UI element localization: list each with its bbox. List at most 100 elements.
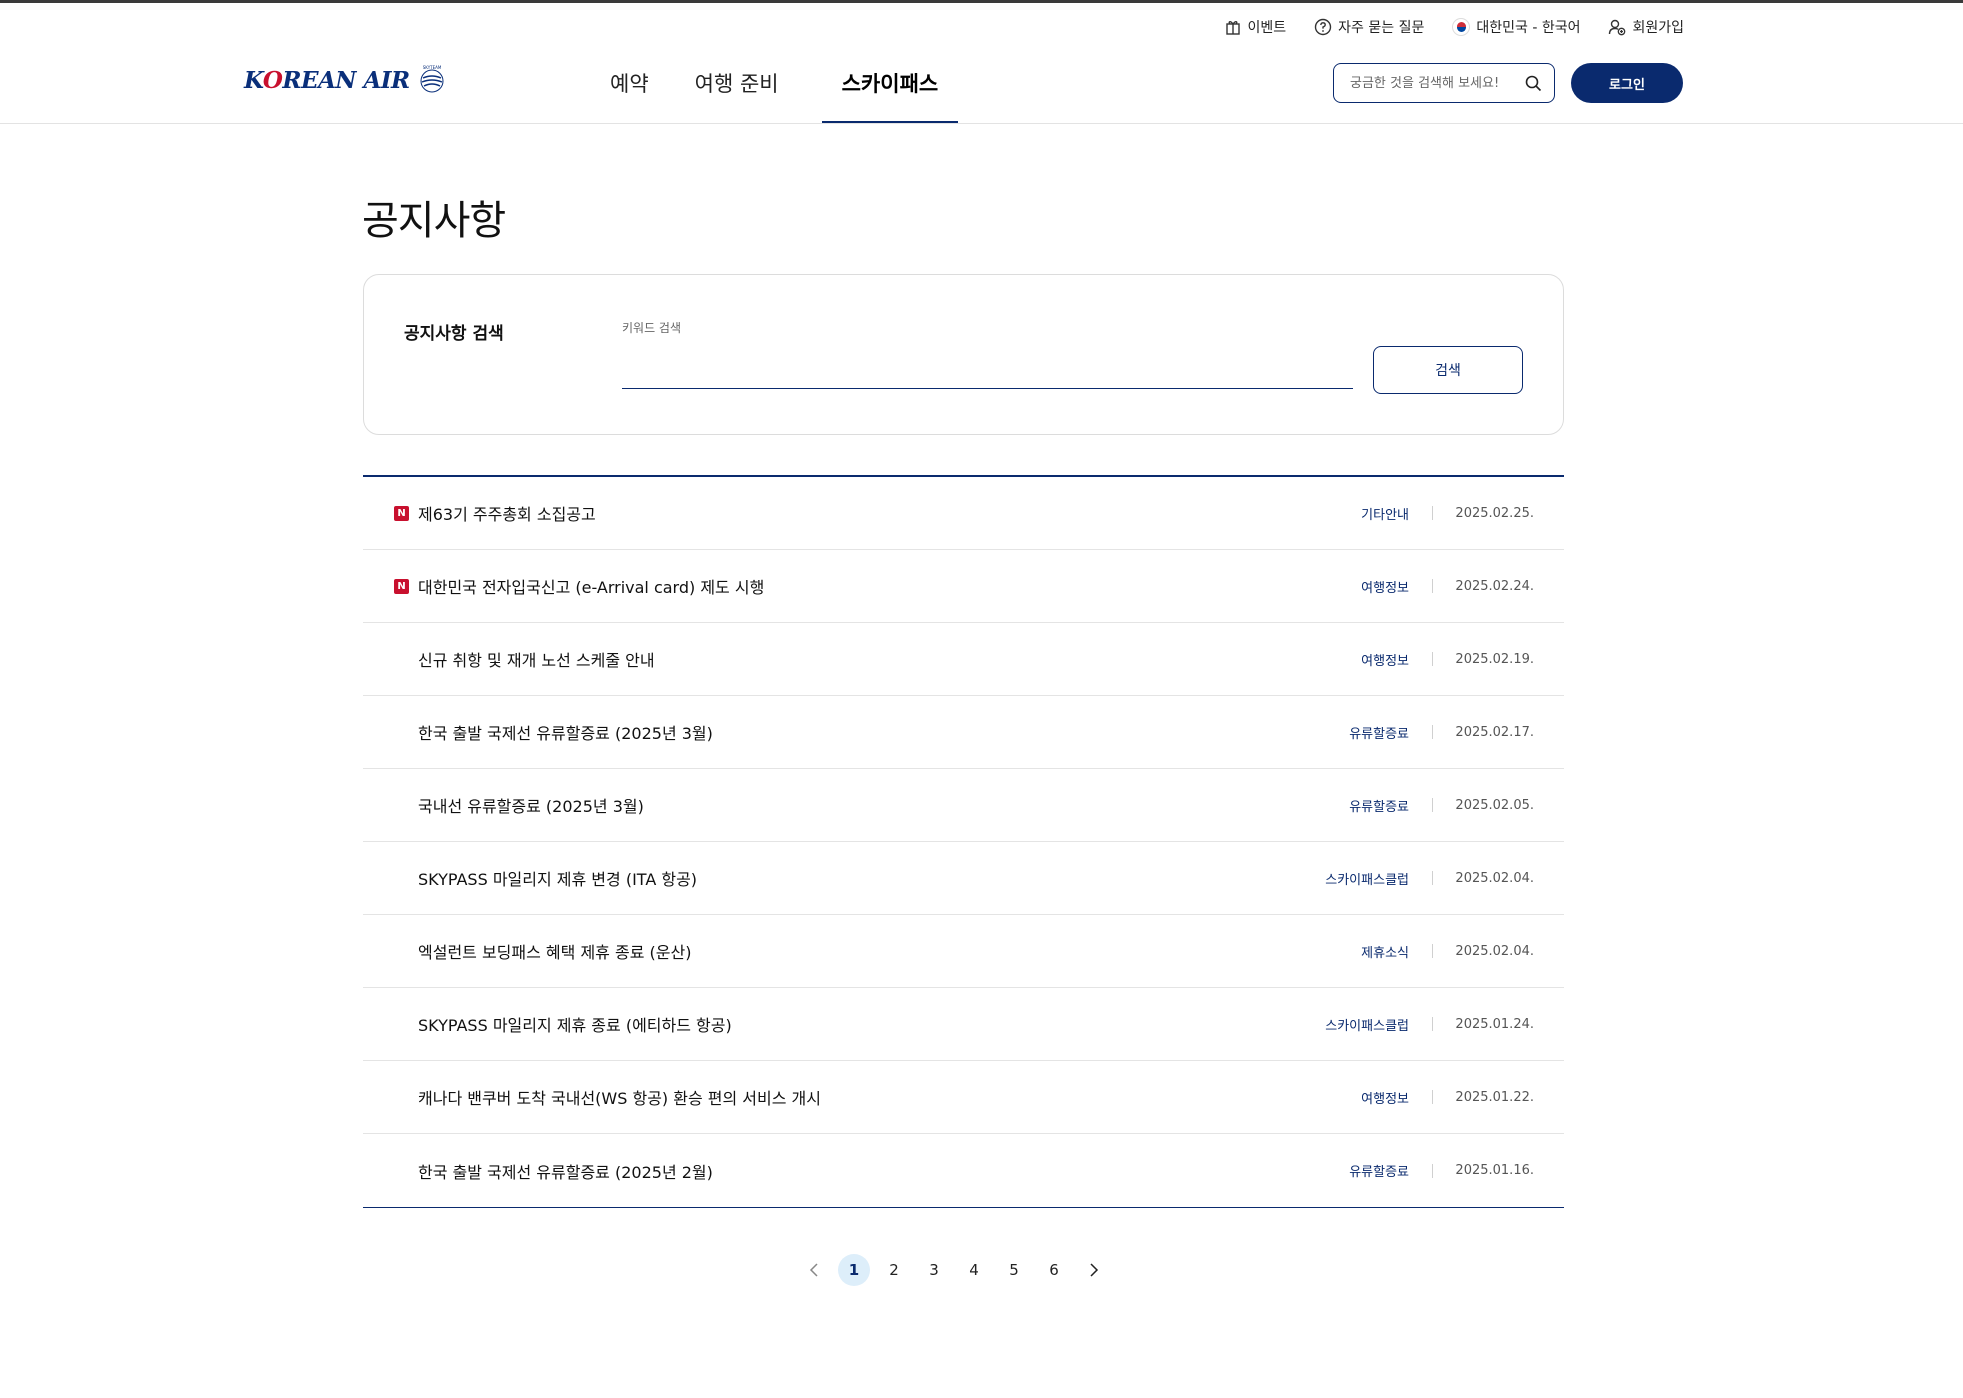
chevron-left-icon [809, 1263, 818, 1277]
page-number-button[interactable]: 1 [838, 1254, 870, 1286]
events-label: 이벤트 [1247, 20, 1287, 36]
notice-row[interactable]: N 제63기 주주총회 소집공고 기타안내 2025.02.25. [363, 477, 1564, 550]
notice-date: 2025.01.22. [1455, 1089, 1534, 1105]
user-add-icon [1609, 19, 1626, 36]
gift-icon [1225, 21, 1240, 35]
divider [1432, 1090, 1433, 1104]
nav-item-travel-prep[interactable]: 여행 준비 [675, 50, 799, 124]
top-border [0, 0, 1963, 3]
notice-list: N 제63기 주주총회 소집공고 기타안내 2025.02.25. N 대한민국 전자입국… [363, 475, 1564, 1208]
notice-row[interactable]: 엑설런트 보딩패스 혜택 제휴 종료 (운산) 제휴소식 2025.02.04. [363, 915, 1564, 988]
header-divider [0, 123, 1963, 124]
page-number-button[interactable]: 6 [1038, 1254, 1070, 1286]
locale-selector[interactable]: 대한민국 - 한국어 [1452, 17, 1580, 37]
korea-flag-icon [1452, 18, 1471, 36]
signup-label: 회원가입 [1632, 20, 1684, 36]
notice-date: 2025.02.19. [1455, 651, 1534, 667]
nav-item-skypass[interactable]: 스카이패스 [821, 50, 959, 124]
nav-item-booking[interactable]: 예약 [590, 50, 669, 124]
divider [1432, 506, 1433, 520]
page-number-button[interactable]: 2 [878, 1254, 910, 1286]
new-badge: N [394, 505, 409, 521]
locale-label: 대한민국 - 한국어 [1476, 20, 1581, 36]
logo-wordmark: KOREAN AIR [244, 66, 410, 94]
page-number-button[interactable]: 5 [998, 1254, 1030, 1286]
page-title: 공지사항 [362, 198, 506, 244]
next-page-button[interactable] [1078, 1254, 1110, 1286]
page-number-button[interactable]: 4 [958, 1254, 990, 1286]
notice-category: 유류할증료 [1349, 726, 1409, 742]
notice-category: 스카이패스클럽 [1325, 872, 1409, 888]
notice-date: 2025.01.16. [1455, 1163, 1534, 1178]
question-icon [1314, 18, 1332, 36]
notice-category: 여행정보 [1361, 653, 1409, 669]
notice-category: 여행정보 [1361, 1091, 1409, 1107]
notice-title[interactable]: 신규 취항 및 재개 노선 스케줄 안내 [418, 647, 655, 671]
divider [1432, 579, 1433, 593]
notice-title[interactable]: 엑설런트 보딩패스 혜택 제휴 종료 (운산) [418, 939, 691, 963]
header-search [1333, 63, 1555, 103]
notice-title[interactable]: 캐나다 밴쿠버 도착 국내선(WS 항공) 환승 편의 서비스 개시 [418, 1085, 821, 1109]
keyword-input[interactable] [622, 355, 1353, 389]
notice-row[interactable]: 한국 출발 국제선 유류할증료 (2025년 2월) 유류할증료 2025.01.1… [363, 1134, 1564, 1207]
nav-label: 스카이패스 [841, 72, 939, 96]
notice-row[interactable]: 캐나다 밴쿠버 도착 국내선(WS 항공) 환승 편의 서비스 개시 여행정보 20… [363, 1061, 1564, 1134]
chevron-right-icon [1090, 1263, 1099, 1277]
nav-label: 예약 [610, 72, 649, 96]
notice-date: 2025.02.24. [1455, 578, 1534, 594]
faq-link[interactable]: 자주 묻는 질문 [1314, 17, 1424, 37]
login-button[interactable]: 로그인 [1571, 63, 1683, 103]
divider [1432, 725, 1433, 739]
notice-row[interactable]: SKYPASS 마일리지 제휴 변경 (ITA 항공) 스카이패스클럽 2025.0… [363, 842, 1564, 915]
page-number-button[interactable]: 3 [918, 1254, 950, 1286]
divider [1432, 1163, 1433, 1178]
notice-category: 스카이패스클럽 [1325, 1018, 1409, 1034]
notice-search-panel: 공지사항 검색 키워드 검색 검색 [363, 274, 1564, 435]
signup-link[interactable]: 회원가입 [1608, 17, 1684, 37]
divider [1432, 1017, 1433, 1031]
notice-category: 유류할증료 [1349, 1165, 1409, 1180]
notice-category: 여행정보 [1361, 580, 1409, 596]
notice-title[interactable]: 대한민국 전자입국신고 (e-Arrival card) 제도 시행 [418, 574, 764, 598]
notice-date: 2025.02.17. [1455, 724, 1534, 740]
notice-date: 2025.02.05. [1455, 797, 1534, 813]
notice-title[interactable]: SKYPASS 마일리지 제휴 종료 (에티하드 항공) [418, 1012, 732, 1036]
notice-row[interactable]: SKYPASS 마일리지 제휴 종료 (에티하드 항공) 스카이패스클럽 2025.… [363, 988, 1564, 1061]
nav-label: 여행 준비 [694, 72, 779, 96]
notice-row[interactable]: 국내선 유류할증료 (2025년 3월) 유류할증료 2025.02.05. [363, 769, 1564, 842]
divider [1432, 798, 1433, 812]
korean-air-logo[interactable]: KOREAN AIR SKYTEAM [244, 64, 448, 96]
page-numbers: 123456 [838, 1254, 1070, 1286]
notice-title[interactable]: 한국 출발 국제선 유류할증료 (2025년 3월) [418, 720, 713, 744]
notice-row[interactable]: 한국 출발 국제선 유류할증료 (2025년 3월) 유류할증료 2025.02.1… [363, 696, 1564, 769]
notice-row[interactable]: 신규 취항 및 재개 노선 스케줄 안내 여행정보 2025.02.19. [363, 623, 1564, 696]
notice-title[interactable]: 한국 출발 국제선 유류할증료 (2025년 2월) [418, 1159, 713, 1183]
svg-text:SKYTEAM: SKYTEAM [422, 65, 441, 70]
header-search-input[interactable] [1350, 75, 1520, 91]
keyword-label: 키워드 검색 [622, 321, 682, 335]
notice-date: 2025.02.04. [1455, 943, 1534, 959]
notice-category: 제휴소식 [1361, 945, 1409, 961]
notice-date: 2025.01.24. [1455, 1016, 1534, 1032]
notice-title[interactable]: 국내선 유류할증료 (2025년 3월) [418, 793, 644, 817]
notice-category: 유류할증료 [1349, 799, 1409, 815]
notice-category: 기타안내 [1361, 507, 1409, 523]
notice-search-button[interactable]: 검색 [1373, 346, 1523, 394]
notice-search-title: 공지사항 검색 [404, 324, 504, 344]
notice-title[interactable]: SKYPASS 마일리지 제휴 변경 (ITA 항공) [418, 866, 697, 890]
new-badge: N [394, 578, 409, 594]
prev-page-button[interactable] [798, 1254, 830, 1286]
notice-date: 2025.02.04. [1455, 870, 1534, 886]
divider [1432, 944, 1433, 958]
utility-bar: 이벤트 자주 묻는 질문 대한민국 - 한국어 회원가입 [1224, 14, 1684, 40]
divider [1432, 871, 1433, 885]
notice-title[interactable]: 제63기 주주총회 소집공고 [418, 501, 596, 525]
skyteam-icon: SKYTEAM [420, 65, 444, 93]
search-icon[interactable] [1525, 75, 1542, 92]
pagination: 123456 [798, 1254, 1110, 1286]
main-nav: 예약 여행 준비 스카이패스 [590, 50, 958, 124]
notice-date: 2025.02.25. [1455, 505, 1534, 521]
divider [1432, 652, 1433, 666]
events-link[interactable]: 이벤트 [1224, 17, 1287, 37]
notice-row[interactable]: N 대한민국 전자입국신고 (e-Arrival card) 제도 시행 여행정보 2… [363, 550, 1564, 623]
